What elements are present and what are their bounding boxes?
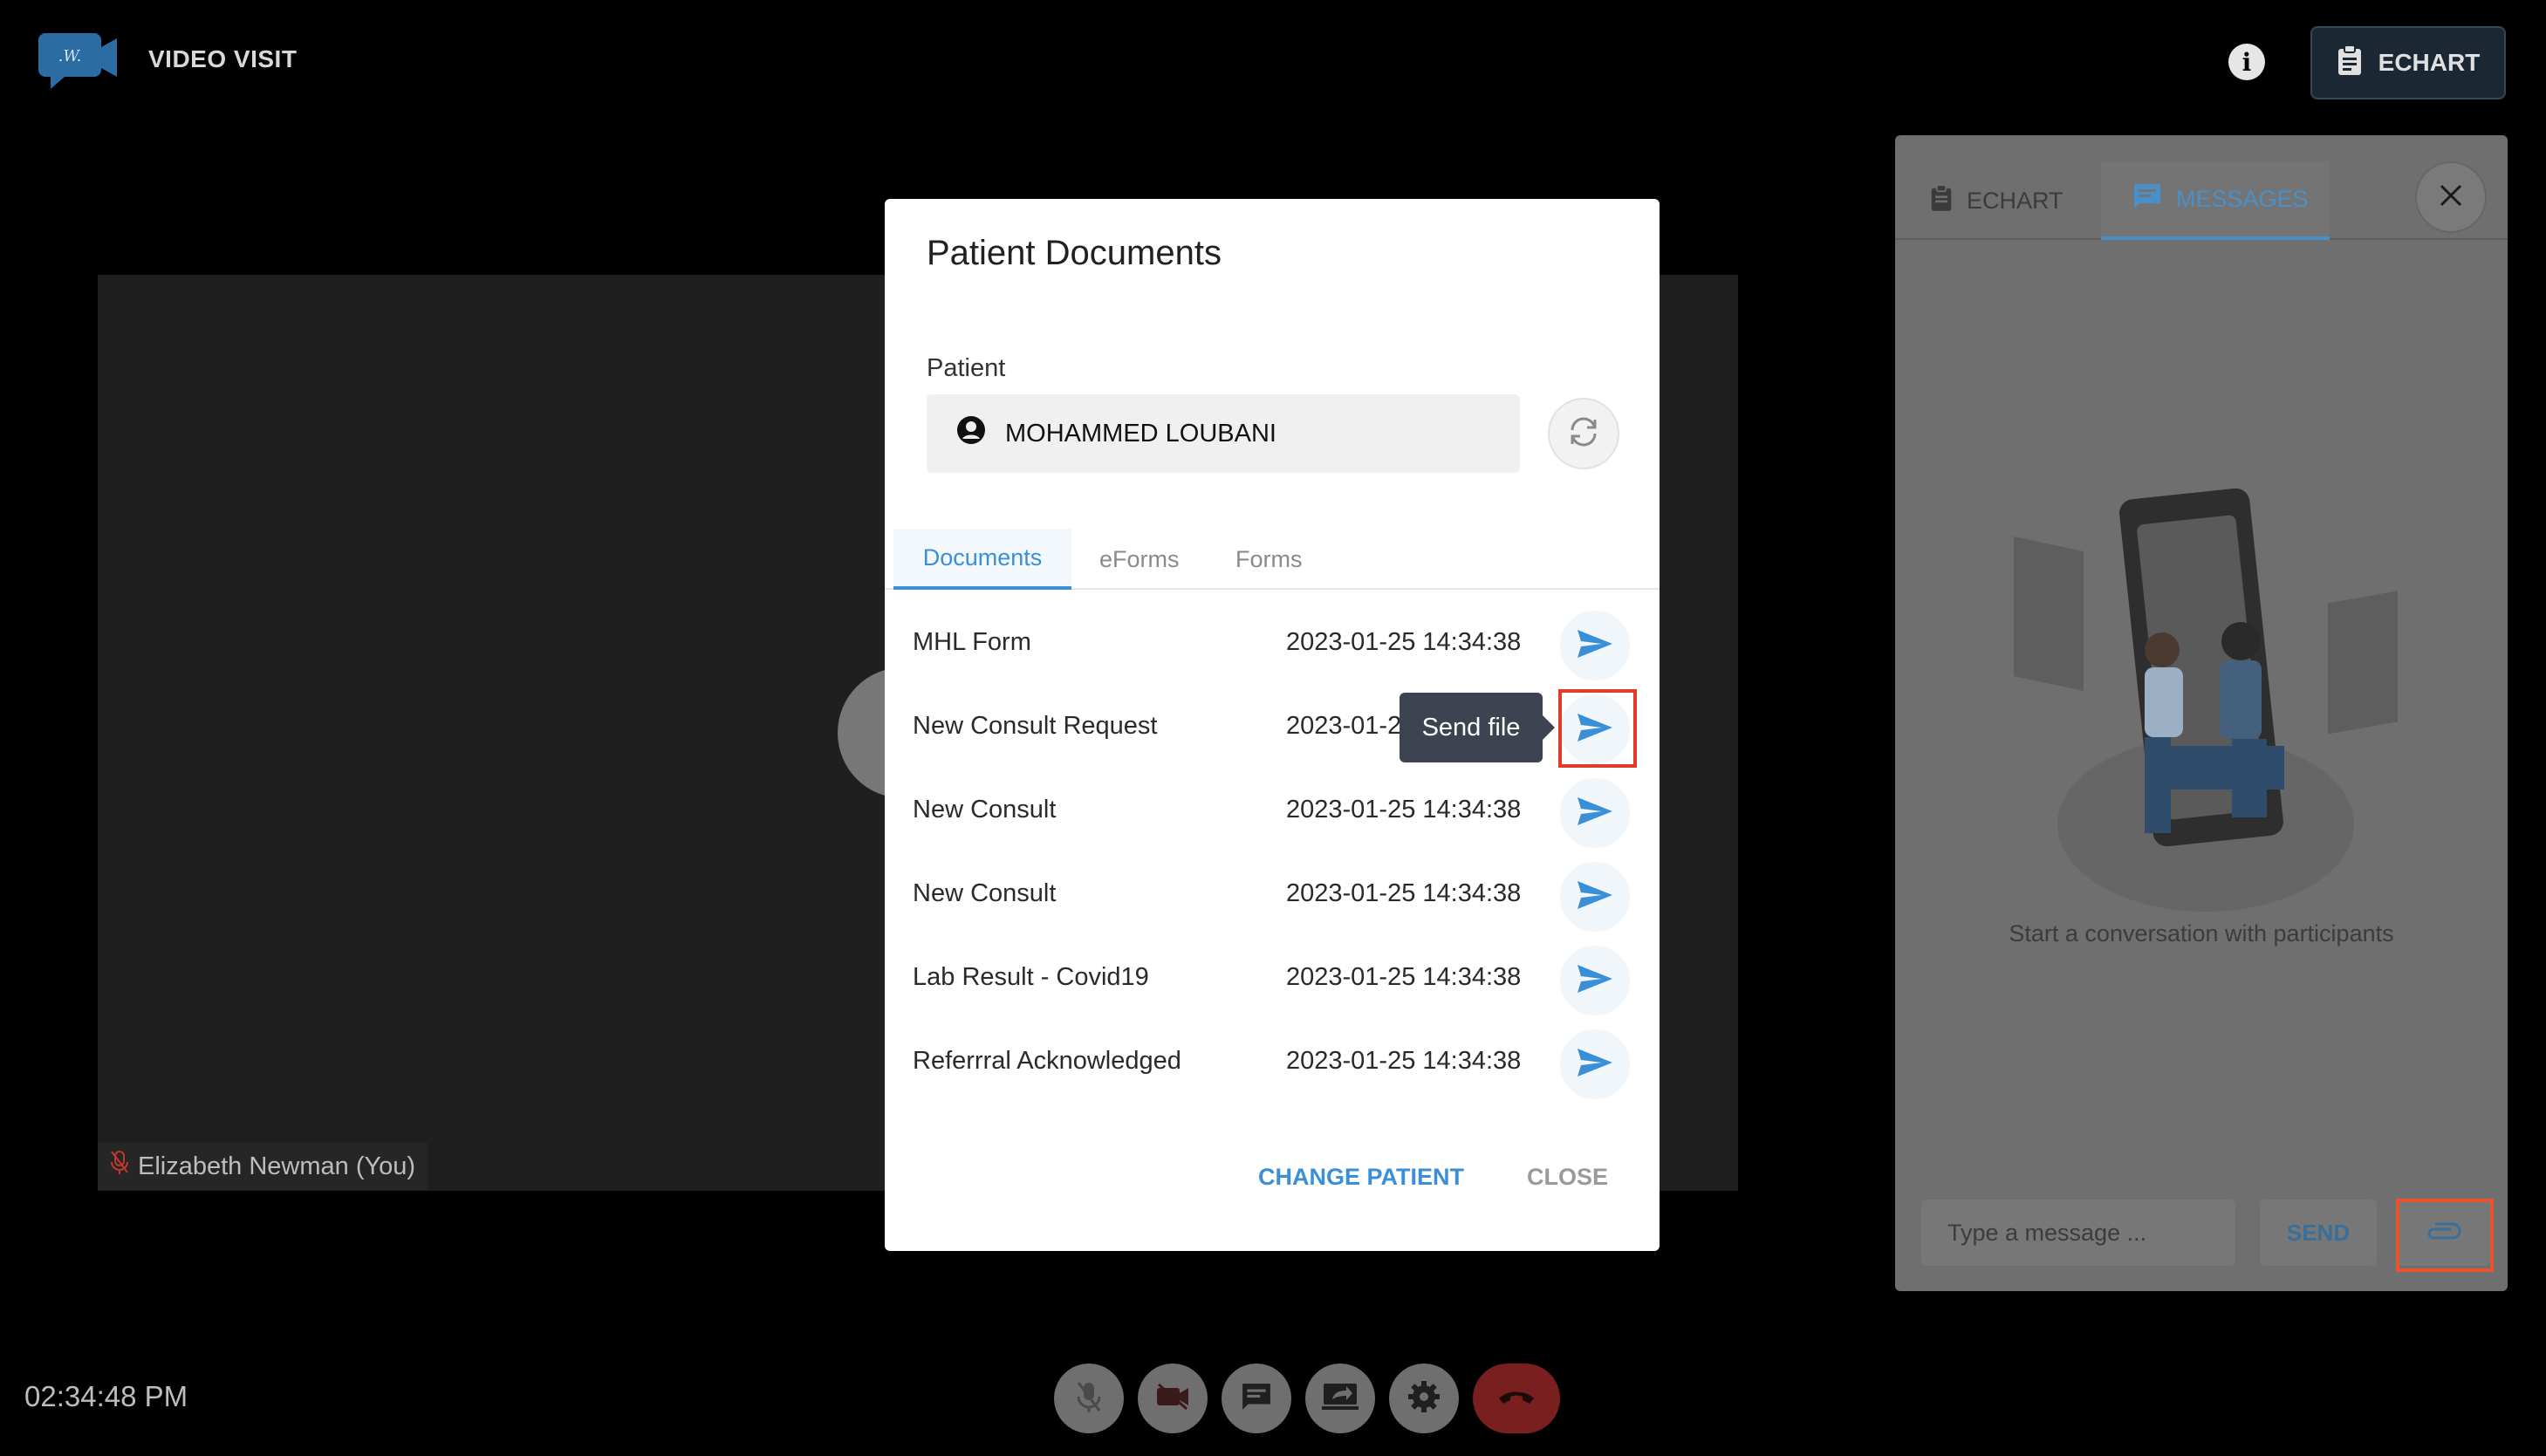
- send-file-button[interactable]: [1560, 946, 1630, 1015]
- document-name: New Consult: [913, 879, 1057, 907]
- patient-name: MOHAMMED LOUBANI: [1005, 419, 1276, 448]
- document-row: New Consult 2023-01-25 14:34:38: [885, 769, 1660, 853]
- send-file-button[interactable]: [1560, 778, 1630, 848]
- document-row: Referrral Acknowledged 2023-01-25 14:34:…: [885, 1021, 1660, 1104]
- document-date: 2023-01-25 14:34:38: [1286, 1047, 1522, 1075]
- document-name: New Consult: [913, 796, 1057, 824]
- send-icon: [1576, 963, 1614, 999]
- dialog-actions: CHANGE PATIENT CLOSE: [885, 1164, 1660, 1216]
- document-date: 2023-01-25 14:34:38: [1286, 628, 1522, 656]
- send-icon: [1576, 796, 1614, 831]
- document-tabs: Documents eForms Forms: [885, 529, 1660, 590]
- tab-documents[interactable]: Documents: [893, 529, 1071, 590]
- document-date: 2023-01-25 14:34:38: [1286, 963, 1522, 991]
- send-icon: [1576, 879, 1614, 915]
- document-row: MHL Form 2023-01-25 14:34:38: [885, 602, 1660, 686]
- document-row: New Consult 2023-01-25 14:34:38: [885, 853, 1660, 937]
- refresh-icon: [1565, 416, 1602, 452]
- document-name: Lab Result - Covid19: [913, 963, 1149, 991]
- document-name: MHL Form: [913, 628, 1031, 656]
- send-file-button[interactable]: [1560, 611, 1630, 680]
- document-name: Referrral Acknowledged: [913, 1047, 1181, 1075]
- dialog-title: Patient Documents: [927, 234, 1222, 272]
- tab-eforms[interactable]: eForms: [1099, 529, 1180, 590]
- tab-forms[interactable]: Forms: [1235, 529, 1303, 590]
- account-circle-icon: [956, 415, 986, 452]
- send-file-button[interactable]: [1560, 1029, 1630, 1099]
- document-date: 2023-01-25 14:34:38: [1286, 879, 1522, 907]
- patient-label: Patient: [927, 354, 1006, 382]
- close-dialog-button[interactable]: CLOSE: [1527, 1164, 1608, 1191]
- document-date: 2023-01-25 14:34:38: [1286, 796, 1522, 824]
- refresh-patient-button[interactable]: [1548, 398, 1619, 469]
- patient-field: MOHAMMED LOUBANI: [927, 394, 1520, 473]
- change-patient-button[interactable]: CHANGE PATIENT: [1258, 1164, 1464, 1191]
- send-icon: [1576, 628, 1614, 664]
- document-date: 2023-01-2: [1286, 712, 1402, 740]
- send-file-tooltip: Send file: [1400, 693, 1555, 762]
- document-name: New Consult Request: [913, 712, 1158, 740]
- send-file-highlight-box: [1558, 689, 1637, 768]
- send-icon: [1576, 1047, 1614, 1083]
- send-file-button[interactable]: [1560, 862, 1630, 932]
- document-row: Lab Result - Covid19 2023-01-25 14:34:38: [885, 937, 1660, 1021]
